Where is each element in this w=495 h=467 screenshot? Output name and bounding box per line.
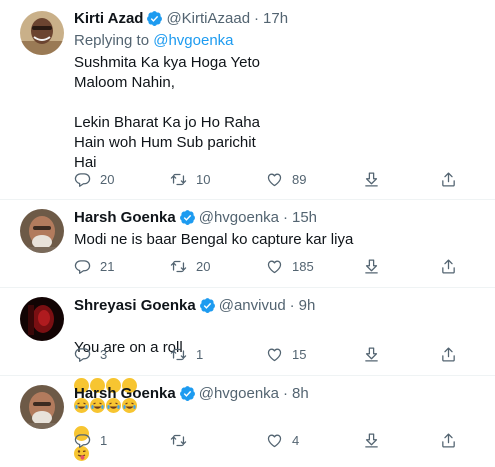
heart-icon [266, 346, 283, 363]
reply-button[interactable]: 20 [74, 171, 114, 188]
share-icon [440, 432, 457, 449]
timestamp[interactable]: 15h [292, 209, 317, 226]
like-count: 89 [292, 172, 307, 187]
tweet-text: Modi ne is baar Bengal ko capture kar li… [74, 231, 354, 248]
display-name[interactable]: Shreyasi Goenka [74, 297, 196, 314]
timestamp[interactable]: 9h [299, 297, 316, 314]
like-count: 15 [292, 347, 307, 362]
share-button[interactable] [440, 258, 457, 275]
reply-icon [74, 346, 91, 363]
share-icon [440, 258, 457, 275]
reply-icon [74, 432, 91, 449]
handle[interactable]: @hvgoenka [199, 385, 279, 402]
heart-icon [266, 432, 283, 449]
tweet[interactable]: Shreyasi Goenka @anvivud · 9h You are on… [0, 287, 495, 413]
retweet-icon [170, 258, 187, 275]
like-button[interactable]: 15 [266, 346, 306, 363]
reply-thread: Kirti Azad @KirtiAzaad · 17h Replying to… [0, 0, 495, 461]
download-icon [363, 171, 380, 188]
handle[interactable]: @hvgoenka [199, 209, 279, 226]
avatar[interactable] [20, 385, 64, 429]
tweet-actions: 3 1 15 [74, 346, 474, 366]
retweet-count: 10 [196, 172, 211, 187]
share-icon [440, 346, 457, 363]
tweet-header: Kirti Azad @KirtiAzaad · 17h [74, 10, 288, 27]
separator-dot: · [289, 297, 295, 314]
download-icon [363, 432, 380, 449]
tweet-actions: 20 10 89 [74, 171, 474, 191]
download-button[interactable] [363, 346, 380, 363]
heart-icon [266, 258, 283, 275]
tweet-actions: 1 4 [74, 432, 474, 452]
tweet[interactable]: Kirti Azad @KirtiAzaad · 17h Replying to… [0, 0, 495, 200]
share-button[interactable] [440, 432, 457, 449]
download-icon [363, 258, 380, 275]
share-button[interactable] [440, 346, 457, 363]
timestamp[interactable]: 8h [292, 385, 309, 402]
tweet-actions: 21 20 185 [74, 258, 474, 278]
retweet-count: 1 [196, 347, 204, 362]
separator-dot: · [283, 209, 288, 226]
reply-button[interactable]: 3 [74, 346, 107, 363]
retweet-button[interactable]: 10 [170, 171, 210, 188]
reply-button[interactable]: 21 [74, 258, 114, 275]
tweet-header: Shreyasi Goenka @anvivud · 9h [74, 297, 315, 314]
retweet-icon [170, 171, 187, 188]
avatar[interactable] [20, 11, 64, 55]
verified-badge-icon [179, 385, 196, 402]
reply-count: 1 [100, 433, 108, 448]
display-name[interactable]: Harsh Goenka [74, 209, 176, 226]
download-icon [363, 346, 380, 363]
reply-button[interactable]: 1 [74, 432, 107, 449]
reply-count: 3 [100, 347, 108, 362]
replying-to-mention[interactable]: @hvgoenka [153, 32, 233, 49]
share-icon [440, 171, 457, 188]
replying-to-label: Replying to [74, 32, 150, 49]
handle[interactable]: @KirtiAzaad [166, 10, 250, 27]
tweet-header: Harsh Goenka @hvgoenka · 15h [74, 209, 317, 226]
retweet-icon [170, 346, 187, 363]
retweet-button[interactable]: 1 [170, 346, 203, 363]
reply-icon [74, 171, 91, 188]
display-name[interactable]: Harsh Goenka [74, 385, 176, 402]
download-button[interactable] [363, 258, 380, 275]
avatar[interactable] [20, 209, 64, 253]
verified-badge-icon [146, 10, 163, 27]
reply-count: 21 [100, 259, 115, 274]
download-button[interactable] [363, 171, 380, 188]
like-button[interactable]: 89 [266, 171, 306, 188]
separator-dot: · [283, 385, 288, 402]
avatar[interactable] [20, 297, 64, 341]
download-button[interactable] [363, 432, 380, 449]
handle[interactable]: @anvivud [219, 297, 286, 314]
replying-to: Replying to @hvgoenka [74, 32, 234, 49]
tweet[interactable]: Harsh Goenka @hvgoenka · 8h 1 4 [0, 375, 495, 461]
heart-icon [266, 171, 283, 188]
tweet-text: Sushmita Ka kya Hoga Yeto Maloom Nahin, … [74, 54, 260, 171]
display-name[interactable]: Kirti Azad [74, 10, 143, 27]
retweet-button[interactable]: 20 [170, 258, 210, 275]
tweet[interactable]: Harsh Goenka @hvgoenka · 15h Modi ne is … [0, 199, 495, 288]
retweet-count: 20 [196, 259, 211, 274]
timestamp[interactable]: 17h [263, 10, 288, 27]
share-button[interactable] [440, 171, 457, 188]
separator-dot: · [254, 10, 260, 27]
tweet-header: Harsh Goenka @hvgoenka · 8h [74, 385, 309, 402]
retweet-icon [170, 432, 187, 449]
like-count: 185 [292, 259, 314, 274]
like-button[interactable]: 185 [266, 258, 314, 275]
verified-badge-icon [199, 297, 216, 314]
reply-icon [74, 258, 91, 275]
like-button[interactable]: 4 [266, 432, 299, 449]
verified-badge-icon [179, 209, 196, 226]
retweet-button[interactable] [170, 432, 196, 449]
reply-count: 20 [100, 172, 115, 187]
like-count: 4 [292, 433, 300, 448]
